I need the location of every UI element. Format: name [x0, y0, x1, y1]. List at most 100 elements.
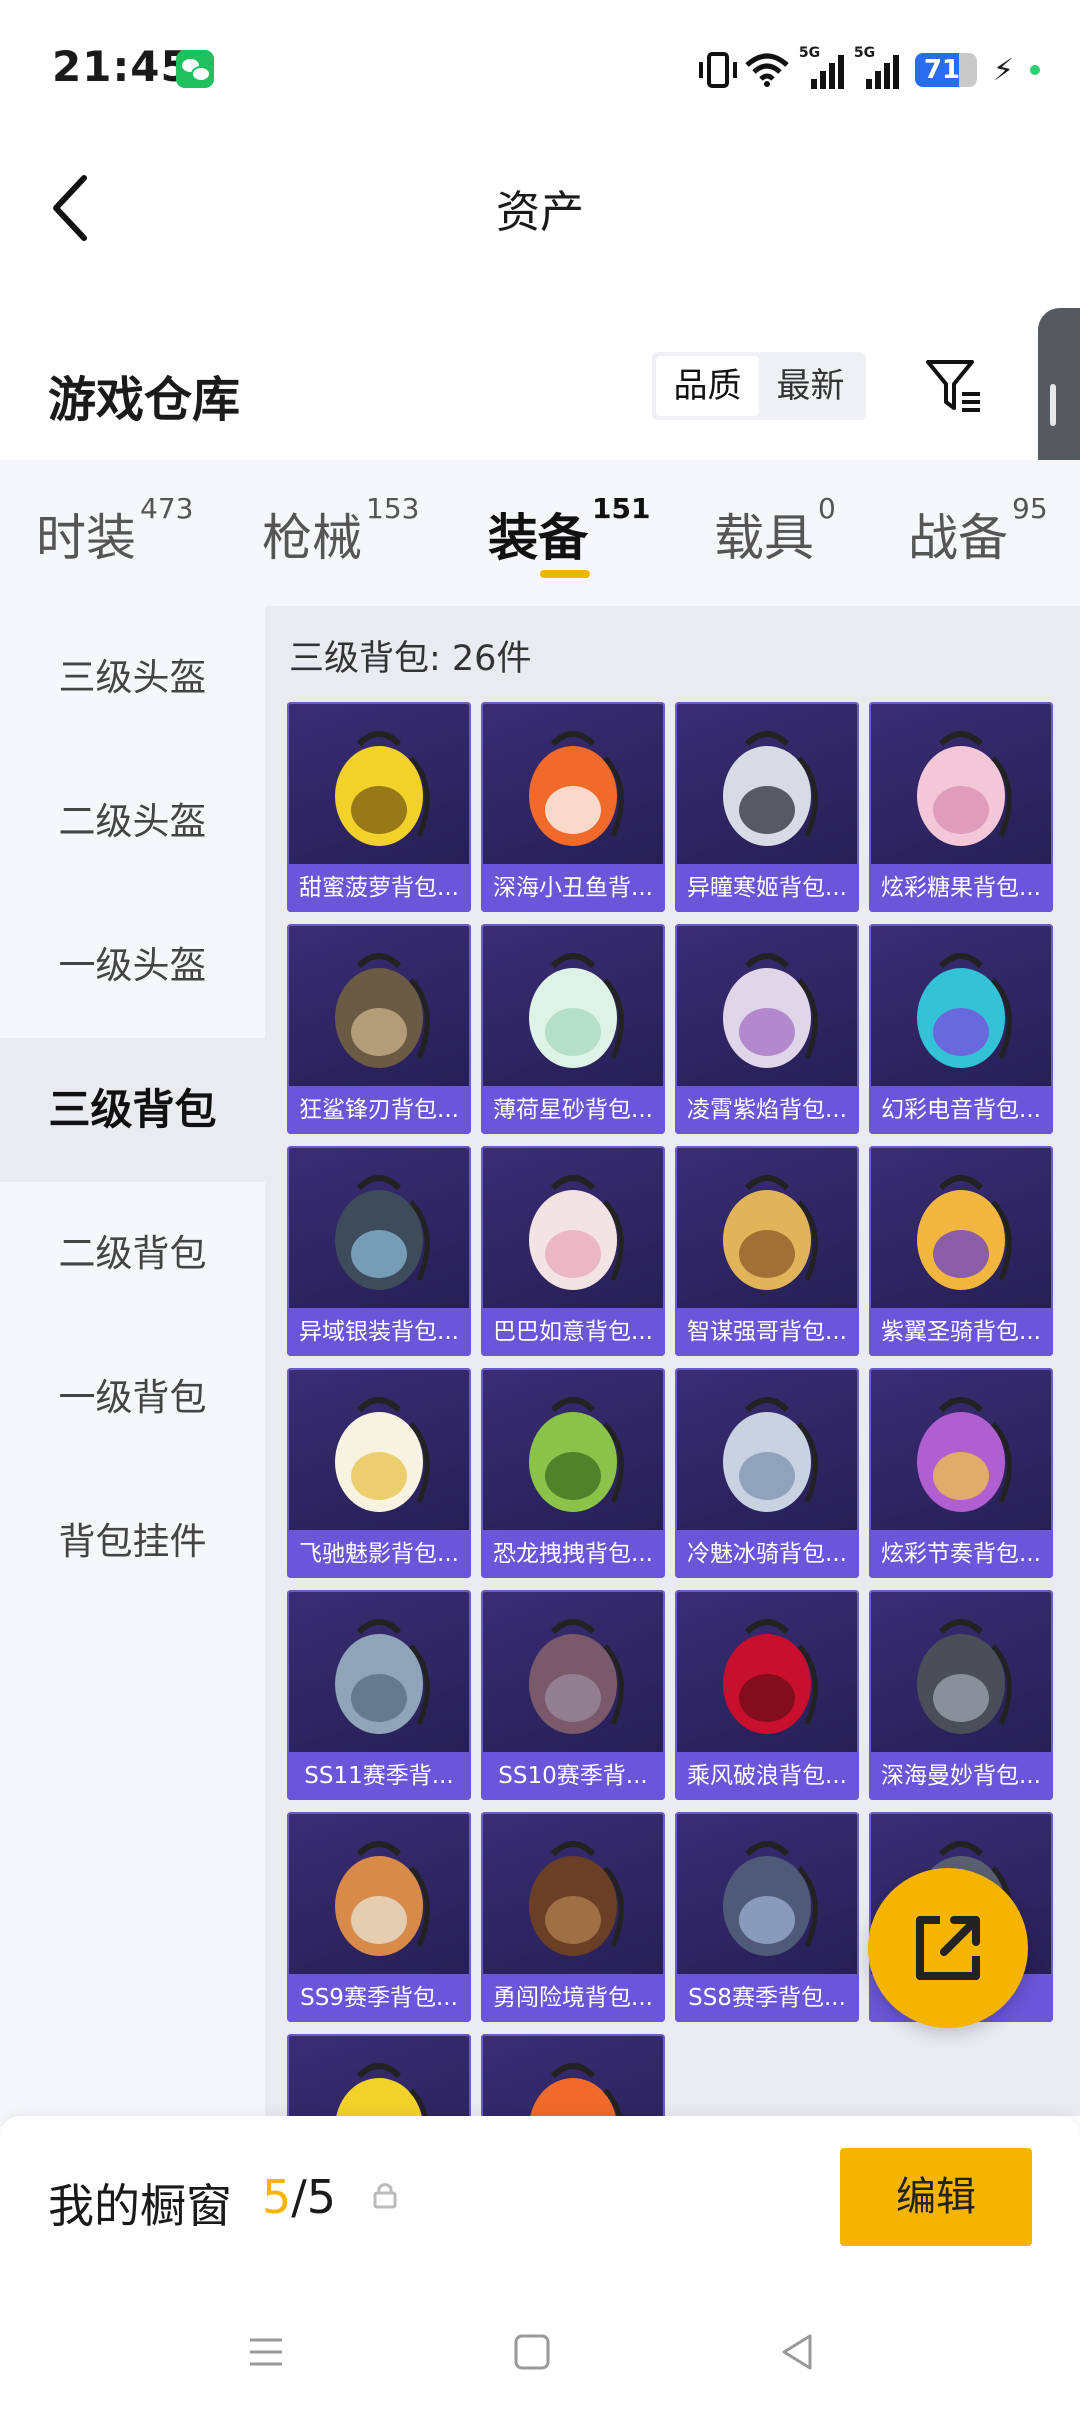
home-icon[interactable]	[510, 2330, 554, 2374]
backpack-icon	[529, 953, 624, 1068]
tab-fashion[interactable]: 时装473	[36, 492, 193, 570]
vibrate-icon	[698, 52, 737, 88]
item-name: 薄荷星砂背包...	[481, 1086, 665, 1134]
item-card[interactable]: SS8赛季背包...	[675, 1812, 859, 2022]
item-card[interactable]: 炫彩糖果背包...	[869, 702, 1053, 912]
status-bar: 21:45 5G 5G 71 ⚡	[0, 0, 1080, 140]
item-name: SS10赛季背...	[481, 1752, 665, 1800]
item-card[interactable]: 异瞳寒姬背包...	[675, 702, 859, 912]
backpack-icon	[917, 1619, 1012, 1734]
backpack-icon	[529, 1841, 624, 1956]
network-type: 5G	[798, 45, 821, 61]
network-type: 5G	[853, 45, 876, 61]
nav-item-backpack-3[interactable]: 三级背包	[0, 1038, 265, 1182]
item-card[interactable]: 薄荷星砂背包...	[481, 924, 665, 1134]
signal-icon: 5G	[799, 45, 844, 89]
backpack-icon	[723, 731, 818, 846]
status-time: 21:45	[52, 42, 191, 91]
sort-quality[interactable]: 品质	[656, 356, 759, 416]
item-card[interactable]: 冷魅冰骑背包...	[675, 1368, 859, 1578]
item-name: 飞驰魅影背包...	[287, 1530, 471, 1578]
item-card[interactable]: 恐龙拽拽背包...	[481, 1368, 665, 1578]
backpack-icon	[335, 1397, 430, 1512]
share-icon	[916, 1916, 980, 1980]
backpack-icon	[335, 953, 430, 1068]
item-card[interactable]: SS9赛季背包...	[287, 1812, 471, 2022]
item-card[interactable]	[287, 2034, 471, 2116]
item-name: 乘风破浪背包...	[675, 1752, 859, 1800]
showcase-current: 5	[262, 2170, 292, 2224]
tab-count: 151	[592, 492, 651, 525]
category-header: 三级背包: 26件	[289, 639, 532, 679]
item-card[interactable]: 深海小丑鱼背...	[481, 702, 665, 912]
item-card[interactable]: 狂鲨锋刃背包...	[287, 924, 471, 1134]
nav-item-helmet-1[interactable]: 一级头盔	[0, 894, 265, 1038]
nav-item-backpack-2[interactable]: 二级背包	[0, 1182, 265, 1326]
item-name: 异域银装背包...	[287, 1308, 471, 1356]
backpack-icon	[530, 2063, 623, 2116]
filter-icon[interactable]	[924, 356, 984, 416]
item-card[interactable]: 勇闯险境背包...	[481, 1812, 665, 2022]
item-card[interactable]: 飞驰魅影背包...	[287, 1368, 471, 1578]
item-card[interactable]: 巴巴如意背包...	[481, 1146, 665, 1356]
backpack-icon	[917, 1397, 1012, 1512]
sort-toggle: 品质 最新	[652, 352, 866, 420]
backpack-icon	[529, 1397, 624, 1512]
backpack-icon	[335, 1619, 430, 1734]
item-name: 深海曼妙背包...	[869, 1752, 1053, 1800]
item-card[interactable]: 幻彩电音背包...	[869, 924, 1053, 1134]
showcase-separator: /	[291, 2170, 307, 2224]
backpack-icon	[723, 1397, 818, 1512]
backpack-icon	[529, 1175, 624, 1290]
item-card[interactable]: 紫翼圣骑背包...	[869, 1146, 1053, 1356]
item-name: 幻彩电音背包...	[869, 1086, 1053, 1134]
menu-icon[interactable]	[244, 2330, 288, 2374]
item-name: SS9赛季背包...	[287, 1974, 471, 2022]
nav-item-helmet-2[interactable]: 二级头盔	[0, 750, 265, 894]
item-card[interactable]: SS11赛季背...	[287, 1590, 471, 1800]
item-name: SS11赛季背...	[287, 1752, 471, 1800]
item-name: 勇闯险境背包...	[481, 1974, 665, 2022]
tab-count: 153	[366, 492, 420, 525]
tab-equipment[interactable]: 装备151	[488, 492, 650, 570]
share-button[interactable]	[868, 1868, 1028, 2028]
wifi-icon	[745, 53, 789, 87]
signal-icon: 5G	[854, 45, 899, 89]
item-name: 深海小丑鱼背...	[481, 864, 665, 912]
backpack-icon	[529, 1619, 624, 1734]
battery-icon: 71	[914, 53, 977, 87]
showcase-label: 我的橱窗	[48, 2179, 232, 2233]
item-card[interactable]: 智谋强哥背包...	[675, 1146, 859, 1356]
tab-gear[interactable]: 战备95	[908, 492, 1048, 570]
backpack-icon	[723, 1175, 818, 1290]
item-card[interactable]: 炫彩节奏背包...	[869, 1368, 1053, 1578]
edit-button[interactable]: 编辑	[840, 2148, 1032, 2246]
showcase-count: 5/5	[262, 2170, 336, 2224]
status-icons: 5G 5G 71 ⚡	[698, 45, 1040, 94]
page-title: 资产	[496, 187, 584, 238]
item-card[interactable]: 异域银装背包...	[287, 1146, 471, 1356]
tab-vehicles[interactable]: 载具0	[714, 492, 836, 570]
item-name: 冷魅冰骑背包...	[675, 1530, 859, 1578]
item-name: SS8赛季背包...	[675, 1974, 859, 2022]
item-card[interactable]: 深海曼妙背包...	[869, 1590, 1053, 1800]
nav-item-helmet-3[interactable]: 三级头盔	[0, 606, 265, 750]
nav-item-backpack-1[interactable]: 一级背包	[0, 1326, 265, 1470]
nav-item-backpack-charm[interactable]: 背包挂件	[0, 1470, 265, 1614]
item-name: 巴巴如意背包...	[481, 1308, 665, 1356]
item-card[interactable]	[481, 2034, 665, 2116]
battery-level: 71	[923, 55, 961, 85]
backpack-icon	[335, 731, 430, 846]
tab-weapons[interactable]: 枪械153	[262, 492, 419, 570]
sort-newest[interactable]: 最新	[759, 356, 862, 416]
tab-count: 95	[1012, 492, 1048, 525]
item-card[interactable]: 凌霄紫焰背包...	[675, 924, 859, 1134]
item-card[interactable]: 甜蜜菠萝背包...	[287, 702, 471, 912]
back-nav-icon[interactable]	[776, 2330, 820, 2374]
item-card[interactable]: 乘风破浪背包...	[675, 1590, 859, 1800]
wechat-icon	[176, 50, 214, 88]
backpack-icon	[723, 953, 818, 1068]
item-card[interactable]: SS10赛季背...	[481, 1590, 665, 1800]
backpack-icon	[917, 731, 1012, 846]
item-name: 智谋强哥背包...	[675, 1308, 859, 1356]
